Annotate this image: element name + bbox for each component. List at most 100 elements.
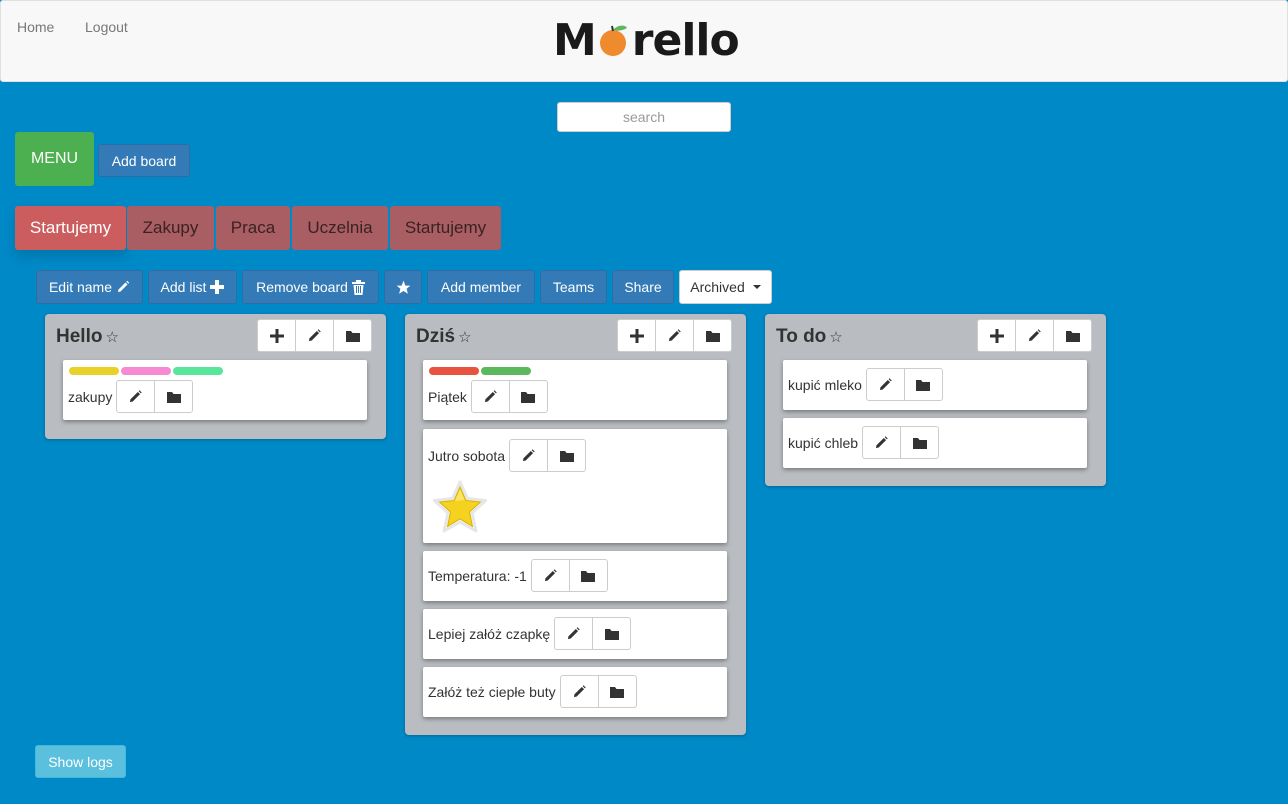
caret-down-icon xyxy=(752,285,761,289)
archive-card-button[interactable] xyxy=(508,380,548,413)
list-actions xyxy=(617,319,732,352)
tab-uczelnia[interactable]: Uczelnia xyxy=(292,206,388,250)
list-dzis: Dziś ☆ Piątek Jutro sobota Temperatura: … xyxy=(405,314,746,735)
folder-icon xyxy=(581,570,596,582)
pencil-icon xyxy=(875,436,888,449)
archive-card-button[interactable] xyxy=(900,426,940,459)
tab-startujemy[interactable]: Startujemy xyxy=(390,206,501,250)
card-temperatura[interactable]: Temperatura: -1 xyxy=(423,551,727,601)
edit-list-button[interactable] xyxy=(295,319,334,352)
folder-icon xyxy=(610,686,625,698)
card-text: kupić chleb xyxy=(788,434,859,451)
card-text: Załóż też ciepłe buty xyxy=(428,683,556,700)
archive-card-button[interactable] xyxy=(547,439,587,472)
label-green[interactable] xyxy=(173,367,223,375)
add-board-button[interactable]: Add board xyxy=(98,144,190,177)
card-mleko[interactable]: kupić mleko xyxy=(783,360,1087,410)
card-buty[interactable]: Załóż też ciepłe buty xyxy=(423,667,727,717)
edit-list-button[interactable] xyxy=(1015,319,1054,352)
add-card-button[interactable] xyxy=(617,319,656,352)
edit-card-button[interactable] xyxy=(530,559,570,592)
card-text: Jutro sobota xyxy=(428,447,506,464)
archived-dropdown[interactable]: Archived xyxy=(679,270,772,304)
tab-startujemy-active[interactable]: Startujemy xyxy=(15,206,126,250)
card-actions xyxy=(554,617,632,650)
edit-list-button[interactable] xyxy=(655,319,694,352)
add-card-button[interactable] xyxy=(257,319,296,352)
archive-list-button[interactable] xyxy=(1053,319,1092,352)
card-text: Piątek xyxy=(428,388,467,405)
add-list-label: Add list xyxy=(160,279,207,295)
logout-link[interactable]: Logout xyxy=(85,19,128,35)
list-title-text: Dziś xyxy=(416,326,456,347)
add-list-button[interactable]: Add list xyxy=(148,270,237,304)
star-outline-icon[interactable]: ☆ xyxy=(829,328,842,346)
archive-card-button[interactable] xyxy=(154,380,194,413)
edit-card-button[interactable] xyxy=(559,675,599,708)
menu-button[interactable]: MENU xyxy=(15,132,94,186)
add-card-button[interactable] xyxy=(977,319,1016,352)
card-row: kupić mleko xyxy=(788,368,943,401)
show-logs-button[interactable]: Show logs xyxy=(35,745,126,778)
card-piatek[interactable]: Piątek xyxy=(423,360,727,420)
add-member-button[interactable]: Add member xyxy=(427,270,535,304)
teams-button[interactable]: Teams xyxy=(540,270,607,304)
archive-list-button[interactable] xyxy=(693,319,732,352)
card-row: Lepiej załóż czapkę xyxy=(428,617,632,650)
archive-card-button[interactable] xyxy=(903,368,943,401)
archive-list-button[interactable] xyxy=(333,319,372,352)
list-title-text: To do xyxy=(776,326,827,347)
edit-name-button[interactable]: Edit name xyxy=(36,270,143,304)
folder-icon xyxy=(604,628,619,640)
label-pink[interactable] xyxy=(121,367,171,375)
card-text: zakupy xyxy=(68,388,113,405)
card-chleb[interactable]: kupić chleb xyxy=(783,418,1087,468)
card-text: kupić mleko xyxy=(788,376,862,393)
gold-star-icon xyxy=(431,479,489,535)
pencil-icon xyxy=(544,569,557,582)
folder-icon xyxy=(1065,330,1080,342)
pencil-icon xyxy=(116,280,130,294)
tab-praca[interactable]: Praca xyxy=(216,206,290,250)
card-row: Jutro sobota xyxy=(428,439,587,472)
star-outline-icon[interactable]: ☆ xyxy=(105,328,118,346)
list-hello: Hello ☆ zakupy xyxy=(45,314,386,439)
card-actions xyxy=(530,559,608,592)
label-green[interactable] xyxy=(481,367,531,375)
top-navbar: Home Logout Mrello xyxy=(0,0,1288,82)
share-button[interactable]: Share xyxy=(612,270,674,304)
plus-icon xyxy=(989,328,1004,343)
card-jutro-sobota[interactable]: Jutro sobota xyxy=(423,429,727,543)
morello-logo[interactable]: Mrello xyxy=(553,15,740,67)
edit-card-button[interactable] xyxy=(509,439,549,472)
card-actions xyxy=(559,675,637,708)
edit-card-button[interactable] xyxy=(470,380,510,413)
tab-zakupy[interactable]: Zakupy xyxy=(127,206,214,250)
pencil-icon xyxy=(522,449,535,462)
edit-card-button[interactable] xyxy=(865,368,905,401)
home-link[interactable]: Home xyxy=(17,19,54,35)
card-actions xyxy=(862,426,940,459)
card-row: Temperatura: -1 xyxy=(428,559,608,592)
folder-icon xyxy=(916,379,931,391)
plus-icon xyxy=(269,328,284,343)
edit-card-button[interactable] xyxy=(554,617,594,650)
card-zakupy[interactable]: zakupy xyxy=(63,360,367,420)
edit-card-button[interactable] xyxy=(862,426,902,459)
archive-card-button[interactable] xyxy=(568,559,608,592)
remove-board-button[interactable]: Remove board xyxy=(242,270,379,304)
card-czapka[interactable]: Lepiej załóż czapkę xyxy=(423,609,727,659)
search-input[interactable] xyxy=(557,102,731,132)
edit-card-button[interactable] xyxy=(116,380,156,413)
favorite-board-button[interactable] xyxy=(384,270,422,304)
archive-card-button[interactable] xyxy=(597,675,637,708)
card-actions xyxy=(116,380,194,413)
label-red[interactable] xyxy=(429,367,479,375)
folder-icon xyxy=(559,450,574,462)
card-text: Temperatura: -1 xyxy=(428,567,527,584)
star-outline-icon[interactable]: ☆ xyxy=(458,328,471,346)
folder-icon xyxy=(345,330,360,342)
archive-card-button[interactable] xyxy=(592,617,632,650)
card-text: Lepiej załóż czapkę xyxy=(428,625,551,642)
label-yellow[interactable] xyxy=(69,367,119,375)
